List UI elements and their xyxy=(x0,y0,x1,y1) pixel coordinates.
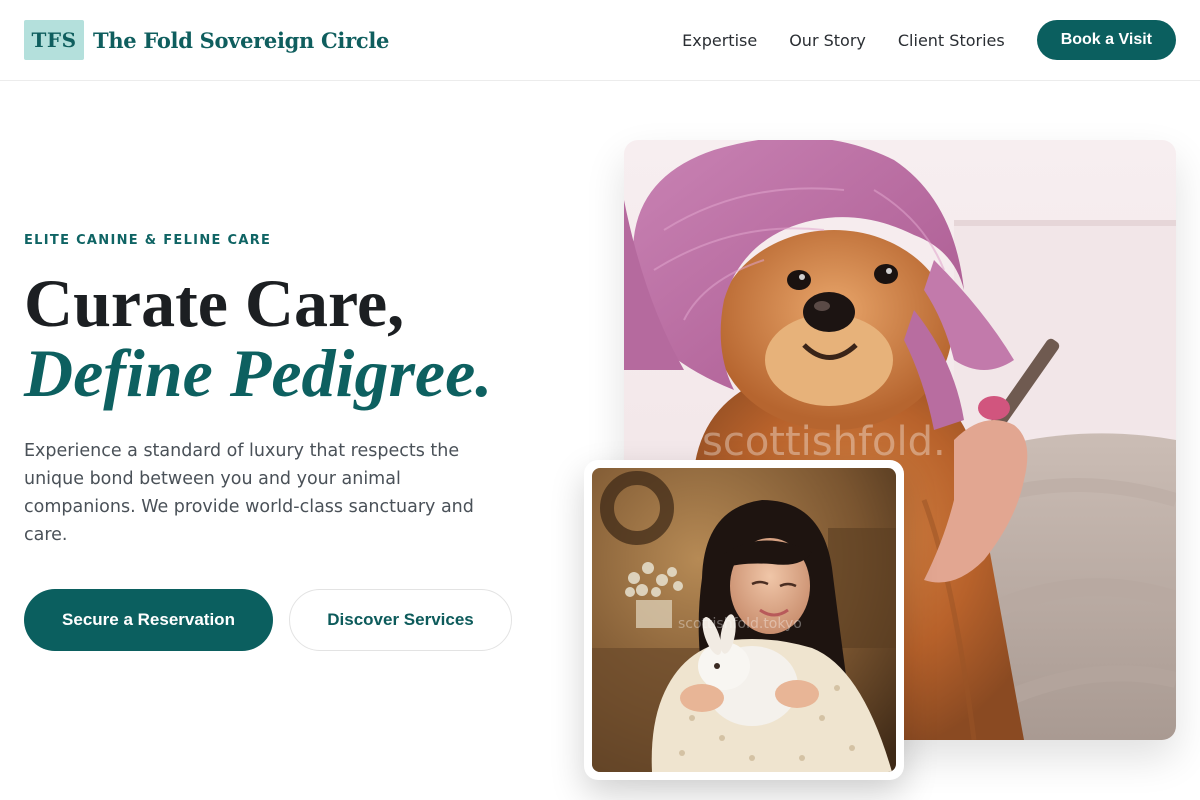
brand-logo[interactable]: TFS The Fold Sovereign Circle xyxy=(24,20,389,60)
woman-rabbit-photo: scottishfold.tokyo xyxy=(592,468,896,772)
hero-eyebrow: ELITE CANINE & FELINE CARE xyxy=(24,233,272,248)
hero-lead: Experience a standard of luxury that res… xyxy=(24,441,474,545)
woman-rabbit-photo-card: scottishfold.tokyo xyxy=(584,460,904,780)
nav-link-client-stories[interactable]: Client Stories xyxy=(898,31,1005,50)
logo-mark: TFS xyxy=(24,20,84,60)
book-visit-button[interactable]: Book a Visit xyxy=(1036,20,1176,60)
nav-link-expertise[interactable]: Expertise xyxy=(682,31,757,50)
inset-photo-watermark: scottishfold.tokyo xyxy=(678,616,802,632)
hero-headline: Curate Care, Define Pedigree. xyxy=(24,268,492,408)
brand-name: The Fold Sovereign Circle xyxy=(93,27,390,53)
main-nav: Expertise Our Story Client Stories Book … xyxy=(682,20,1176,60)
headline-line-2: Define Pedigree. xyxy=(24,335,493,411)
headline-line-1: Curate Care, xyxy=(24,265,405,341)
nav-link-our-story[interactable]: Our Story xyxy=(789,31,866,50)
discover-services-button[interactable]: Discover Services xyxy=(289,589,512,651)
site-header: TFS The Fold Sovereign Circle Expertise … xyxy=(0,0,1200,81)
secure-reservation-button[interactable]: Secure a Reservation xyxy=(24,589,273,651)
main-photo-watermark: scottishfold. xyxy=(702,419,946,465)
